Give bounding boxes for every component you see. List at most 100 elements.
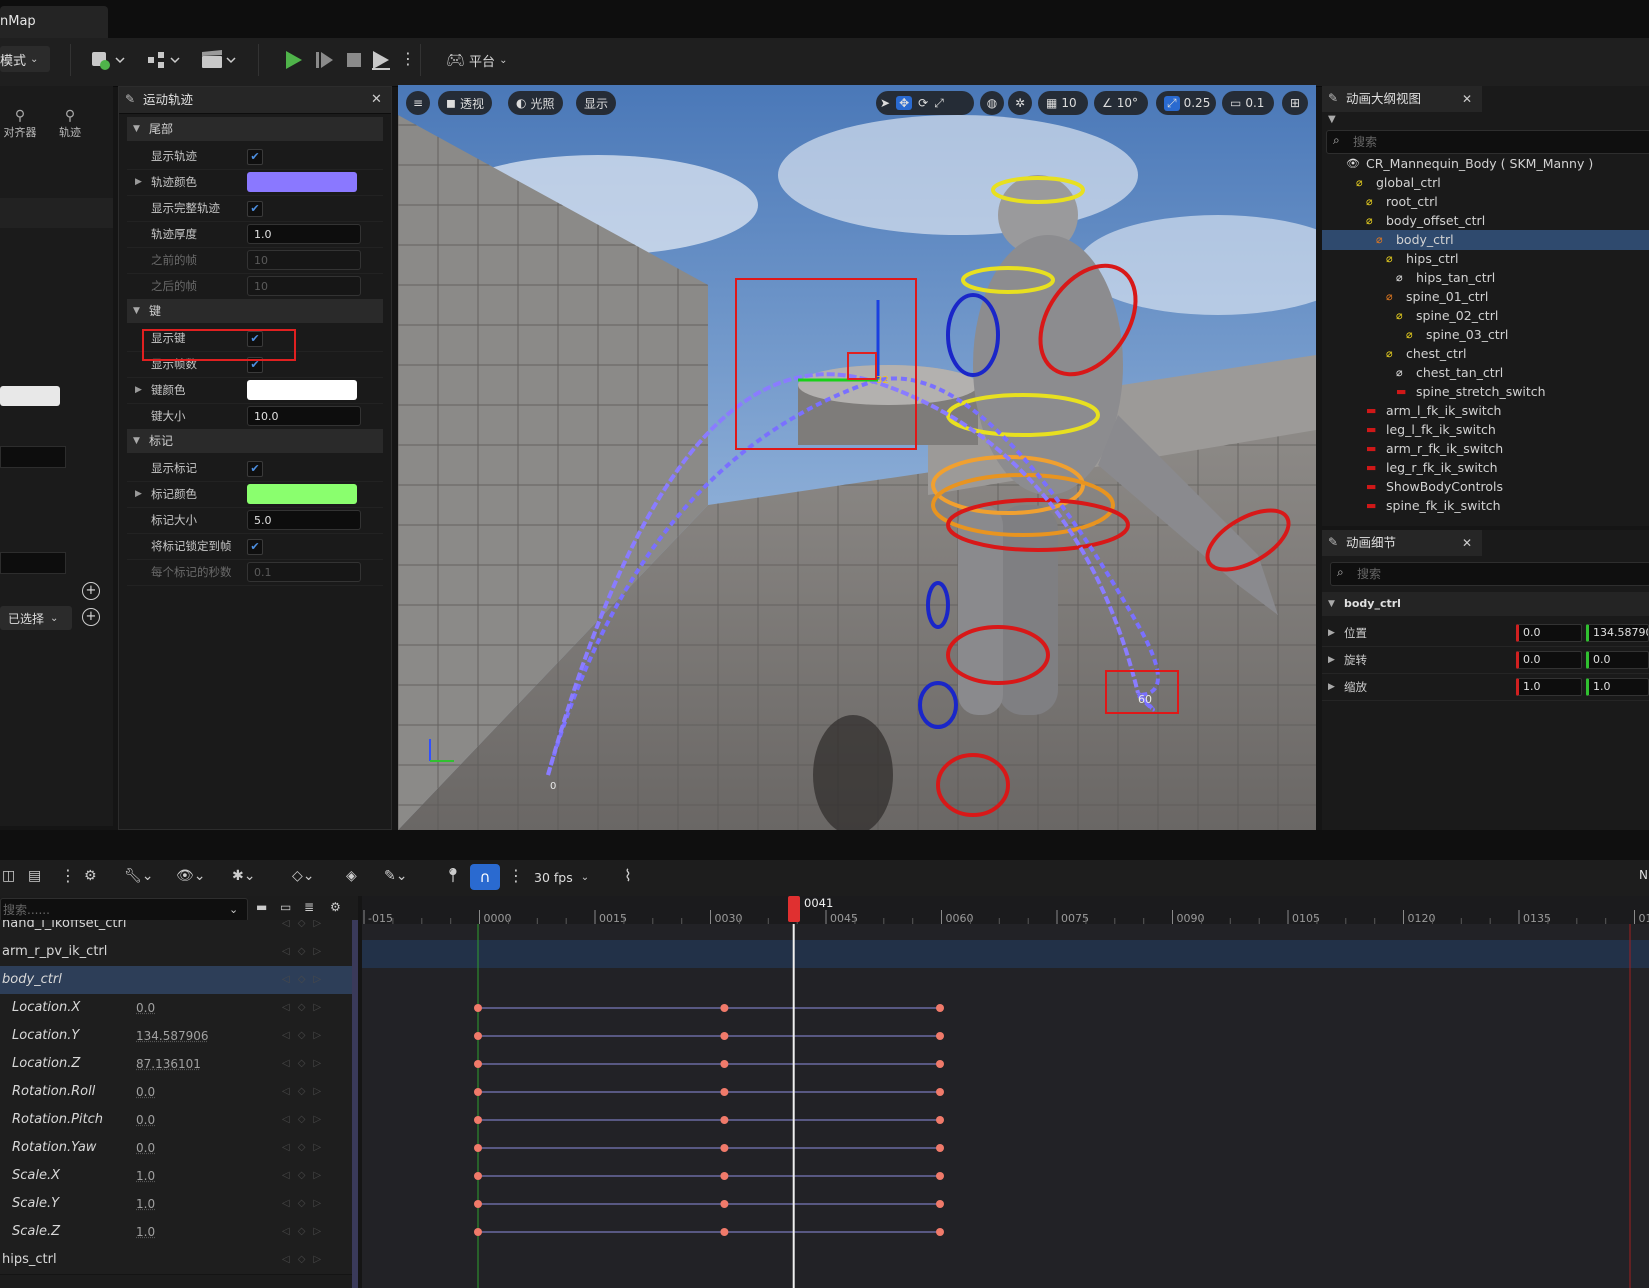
x-field[interactable]: 0.0	[1516, 624, 1582, 642]
tool-field[interactable]	[0, 552, 66, 574]
keyframe[interactable]	[936, 1144, 944, 1152]
track-row[interactable]: Rotation.Yaw 0.0 ◁◇▷	[0, 1134, 358, 1163]
aligner-tool[interactable]: ⚲ 对齐器	[0, 108, 40, 148]
outliner-item[interactable]: ⌀ global_ctrl	[1322, 173, 1649, 193]
key-interp-icon[interactable]: ◇⌄	[292, 868, 315, 884]
eject-button[interactable]	[370, 48, 392, 72]
expand-icon[interactable]: ▶	[135, 481, 142, 507]
key-nav-icons[interactable]: ◁◇▷	[282, 1226, 342, 1238]
keyframe[interactable]	[720, 1200, 729, 1208]
show-button[interactable]: 显示	[576, 91, 617, 115]
color-swatch[interactable]	[0, 386, 60, 406]
level-viewport[interactable]: 32 60 0 ≡ ◼ 透视 ◐ 光照 显示 ➤ ✥ ⟳ ⤢ ◍ ✲ ▦ 10 ∠ 10…	[398, 85, 1316, 830]
outliner-item[interactable]: ⌀ body_offset_ctrl	[1322, 211, 1649, 231]
key-nav-icons[interactable]: ◁◇▷	[282, 974, 342, 986]
y-field[interactable]: 1.0	[1586, 678, 1649, 696]
actor-icon[interactable]: ⚙	[84, 868, 97, 884]
mode-dropdown[interactable]: 模式 ⌄	[0, 46, 50, 72]
select-icon[interactable]: ➤	[880, 96, 890, 110]
keyframe[interactable]	[720, 1088, 729, 1096]
platform-dropdown[interactable]: 🎮︎ 平台 ⌄	[446, 48, 536, 72]
details-search[interactable]: ⌕ 搜索	[1330, 562, 1649, 586]
track-row[interactable]: hand_l_ikoffset_ctrl ◁◇▷	[0, 920, 358, 939]
close-icon[interactable]: ✕	[1462, 86, 1472, 112]
color-swatch[interactable]	[247, 172, 357, 192]
playhead[interactable]	[788, 896, 800, 922]
blueprint-button[interactable]	[145, 48, 185, 72]
track-row[interactable]: body_ctrl ◁◇▷	[0, 966, 358, 995]
keyframe[interactable]	[474, 1032, 482, 1040]
track-value[interactable]: 1.0	[136, 1218, 155, 1246]
wrench-icon[interactable]: 🔧︎⌄	[124, 868, 154, 884]
keyframe[interactable]	[474, 1144, 482, 1152]
key-nav-icons[interactable]: ◁◇▷	[282, 1086, 342, 1098]
outliner-item[interactable]: ▬ spine_stretch_switch	[1322, 382, 1649, 402]
keyframe[interactable]	[936, 1032, 944, 1040]
key-nav-icons[interactable]: ◁◇▷	[282, 1170, 342, 1182]
section-header[interactable]: ▼ 键	[127, 299, 383, 323]
outliner-item[interactable]: ▬ arm_l_fk_ik_switch	[1322, 401, 1649, 421]
add-icon[interactable]: +	[82, 582, 100, 600]
key-nav-icons[interactable]: ◁◇▷	[282, 1002, 342, 1014]
section-header[interactable]: ▼ 标记	[127, 429, 383, 453]
track-row[interactable]: Scale.Y 1.0 ◁◇▷	[0, 1190, 358, 1219]
trail-tool[interactable]: ⚲ 轨迹	[50, 108, 90, 148]
expand-icon[interactable]: ▶	[135, 169, 142, 195]
number-field[interactable]: 5.0	[247, 510, 361, 530]
track-value[interactable]: 87.136101	[136, 1050, 201, 1078]
track-value[interactable]: 0.0	[136, 1106, 155, 1134]
keyframe[interactable]	[720, 1032, 729, 1040]
track-row[interactable]: Scale.X 1.0 ◁◇▷	[0, 1162, 358, 1191]
more-icon[interactable]: ⋮	[60, 866, 76, 885]
collapse-all-icon[interactable]: ▬	[256, 900, 267, 914]
add-icon[interactable]: +	[82, 608, 100, 626]
keyframe[interactable]	[474, 1116, 482, 1124]
keyframe[interactable]	[474, 1172, 482, 1180]
outliner-item[interactable]: ▬ leg_l_fk_ik_switch	[1322, 420, 1649, 440]
track-value[interactable]: 134.587906	[136, 1022, 209, 1050]
outliner-item[interactable]: ⌀ spine_01_ctrl	[1322, 287, 1649, 307]
outliner-tab[interactable]: ✎ 动画大纲视图 ✕	[1322, 86, 1482, 112]
track-row[interactable]: Location.Z 87.136101 ◁◇▷	[0, 1050, 358, 1079]
key-nav-icons[interactable]: ◁◇▷	[282, 946, 342, 958]
scale-icon[interactable]: ⤢	[934, 96, 944, 111]
keyframe[interactable]	[474, 1060, 482, 1068]
track-value[interactable]: 1.0	[136, 1190, 155, 1218]
number-field[interactable]: 10	[247, 250, 361, 270]
move-icon[interactable]: ✥	[896, 96, 913, 110]
expand-icon[interactable]: ▶	[1328, 620, 1335, 646]
number-field[interactable]: 1.0	[247, 224, 361, 244]
expand-icon[interactable]: ▶	[1328, 647, 1335, 673]
track-value[interactable]: 0.0	[136, 1078, 155, 1106]
keyframe[interactable]	[936, 1004, 944, 1012]
camera-speed-button[interactable]: ▭ 0.1	[1222, 91, 1274, 115]
clapper-icon[interactable]: ▤	[28, 868, 41, 884]
play-button[interactable]	[283, 48, 305, 72]
sequencer-timeline[interactable]	[362, 896, 1649, 1288]
track-row[interactable]: Rotation.Roll 0.0 ◁◇▷	[0, 1078, 358, 1107]
track-search[interactable]: 搜索...... ⌄	[0, 898, 248, 922]
outliner-menu-icon[interactable]: ▼	[1328, 114, 1336, 125]
marker-icon[interactable]: 📍︎	[444, 868, 462, 884]
expand-icon[interactable]: ▶	[1328, 674, 1335, 700]
lighting-button[interactable]: ◐ 光照	[508, 91, 563, 115]
perspective-button[interactable]: ◼ 透视	[438, 91, 492, 115]
keyframe[interactable]	[720, 1228, 729, 1236]
outliner-item[interactable]: ▬ leg_r_fk_ik_switch	[1322, 458, 1649, 478]
keyframe[interactable]	[720, 1116, 729, 1124]
keyframe[interactable]	[936, 1088, 944, 1096]
number-field[interactable]: 10.0	[247, 406, 361, 426]
outliner-item[interactable]: ⌀ chest_tan_ctrl	[1322, 363, 1649, 383]
track-row[interactable]: Location.Y 134.587906 ◁◇▷	[0, 1022, 358, 1051]
rotate-icon[interactable]: ⟳	[918, 96, 928, 110]
keyframe[interactable]	[936, 1200, 944, 1208]
outliner-item[interactable]: ⌀ hips_ctrl	[1322, 249, 1649, 269]
key-nav-icons[interactable]: ◁◇▷	[282, 920, 342, 930]
property-checkbox[interactable]: ✔	[247, 149, 263, 165]
track-value[interactable]: 0.0	[136, 1134, 155, 1162]
keyframe[interactable]	[936, 1060, 944, 1068]
track-row[interactable]: Scale.Z 1.0 ◁◇▷	[0, 1218, 358, 1247]
expand-icon[interactable]: ▶	[135, 377, 142, 403]
key-nav-icons[interactable]: ◁◇▷	[282, 1058, 342, 1070]
details-tab[interactable]: ✎ 动画细节 ✕	[1322, 530, 1482, 556]
